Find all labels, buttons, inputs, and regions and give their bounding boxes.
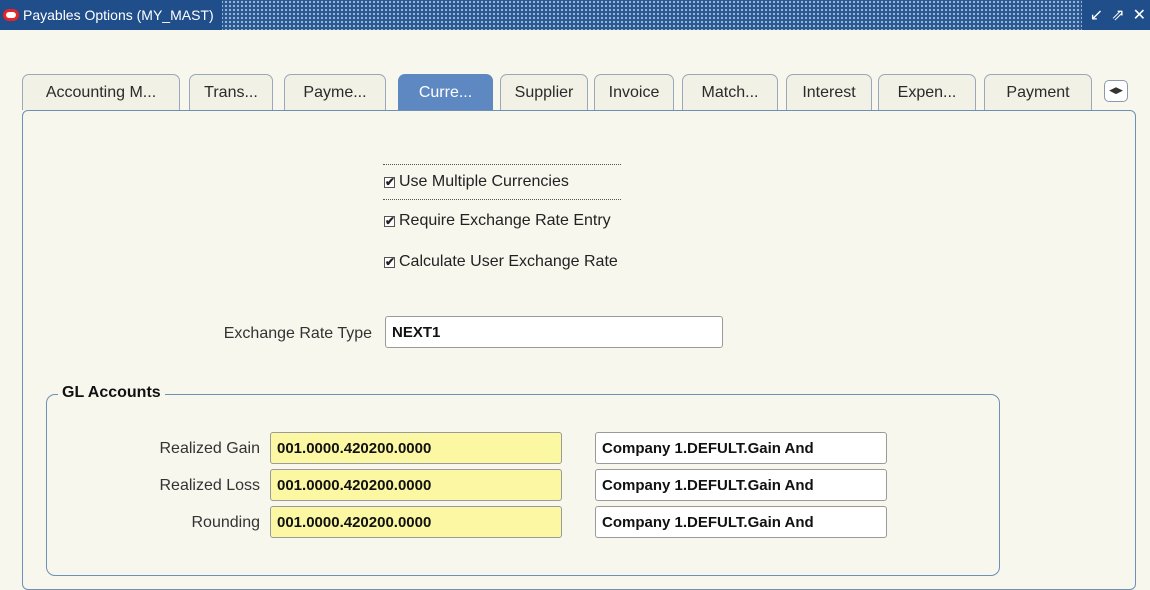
realized-loss-label: Realized Loss <box>159 477 261 494</box>
checkbox-label: Calculate User Exchange Rate <box>399 253 618 270</box>
use-multiple-currencies-checkbox[interactable]: ✔ Use Multiple Currencies <box>384 173 569 191</box>
rounding-label: Rounding <box>191 514 261 531</box>
exchange-rate-type-label: Exchange Rate Type <box>223 325 372 342</box>
close-icon[interactable]: ✕ <box>1133 7 1146 23</box>
checkbox-checked-icon[interactable]: ✔ <box>384 215 395 227</box>
tab-invoice[interactable]: Invoice <box>594 74 674 110</box>
tab-payment[interactable]: Payment <box>984 74 1092 110</box>
realized-loss-account-field[interactable]: 001.0000.420200.0000 <box>270 469 562 501</box>
checkbox-label: Require Exchange Rate Entry <box>399 212 611 229</box>
exchange-rate-type-field[interactable]: NEXT1 <box>385 316 723 348</box>
minimize-icon[interactable]: ↙ <box>1090 7 1103 23</box>
realized-gain-description-field[interactable]: Company 1.DEFULT.Gain And <box>595 432 887 464</box>
title-bar[interactable]: Payables Options (MY_MAST) ↙ ⇗ ✕ <box>0 0 1150 30</box>
window-title: Payables Options (MY_MAST) <box>23 7 214 23</box>
oracle-logo-icon <box>3 9 19 21</box>
tab-transaction-tax[interactable]: Trans... <box>189 74 273 110</box>
realized-loss-description-field[interactable]: Company 1.DEFULT.Gain And <box>595 469 887 501</box>
rounding-account-field[interactable]: 001.0000.420200.0000 <box>270 506 562 538</box>
rounding-description-field[interactable]: Company 1.DEFULT.Gain And <box>595 506 887 538</box>
tab-accounting-method[interactable]: Accounting M... <box>22 74 180 110</box>
realized-gain-label: Realized Gain <box>159 440 261 457</box>
tab-matching[interactable]: Match... <box>682 74 778 110</box>
maximize-icon[interactable]: ⇗ <box>1111 7 1124 23</box>
checkbox-checked-icon[interactable]: ✔ <box>384 176 395 188</box>
tab-scroll-icon[interactable]: ◀▶ <box>1104 80 1128 102</box>
checkbox-label: Use Multiple Currencies <box>399 173 569 190</box>
tab-payment-accounting[interactable]: Payme... <box>284 74 386 110</box>
calculate-user-exchange-rate-checkbox[interactable]: ✔ Calculate User Exchange Rate <box>384 253 618 271</box>
realized-gain-account-field[interactable]: 001.0000.420200.0000 <box>270 432 562 464</box>
tab-interest[interactable]: Interest <box>786 74 872 110</box>
checkbox-checked-icon[interactable]: ✔ <box>384 256 395 268</box>
tab-currency[interactable]: Curre... <box>398 74 493 111</box>
tab-supplier[interactable]: Supplier <box>500 74 588 110</box>
gl-accounts-title: GL Accounts <box>58 384 165 402</box>
require-exchange-rate-entry-checkbox[interactable]: ✔ Require Exchange Rate Entry <box>384 212 611 230</box>
tab-expense-report[interactable]: Expen... <box>878 74 976 110</box>
